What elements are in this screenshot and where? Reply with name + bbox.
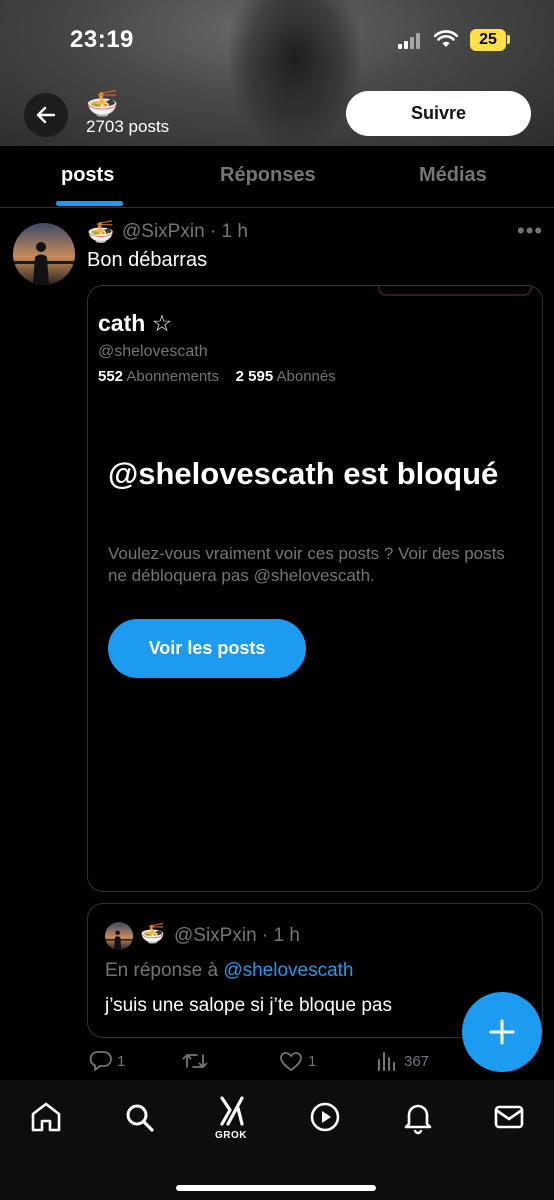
- like-count: 1: [308, 1053, 317, 1070]
- reply-prefix: En réponse à: [105, 960, 219, 981]
- views-icon[interactable]: [376, 1050, 398, 1072]
- embedded-profile-stats: 552 Abonnements 2 595 Abonnés: [98, 368, 336, 385]
- profile-header: 23:19 25 🍜 2703 posts Suivre: [0, 0, 554, 146]
- back-button[interactable]: [24, 93, 68, 137]
- following-label: Abonnements: [126, 368, 219, 385]
- reply-context: En réponse à @shelovescath: [105, 960, 354, 982]
- compose-button[interactable]: [462, 992, 542, 1072]
- embedded-profile-handle: @shelovescath: [98, 343, 208, 360]
- grok-icon[interactable]: [214, 1094, 250, 1128]
- author-handle-time[interactable]: @SixPxin · 1 h: [122, 221, 248, 243]
- quoted-avatar: [105, 922, 133, 950]
- post-text: Bon débarras: [87, 249, 208, 271]
- blocked-title: @shelovescath est bloqué: [108, 456, 499, 491]
- like-icon[interactable]: [279, 1051, 303, 1072]
- header-display-name: 🍜: [86, 88, 119, 118]
- reply-to-link[interactable]: @shelovescath: [223, 960, 353, 981]
- follow-button[interactable]: Suivre: [346, 91, 531, 136]
- active-tab-indicator: [56, 201, 123, 206]
- followers-label: Abonnés: [276, 368, 336, 385]
- reply-icon[interactable]: [89, 1050, 113, 1072]
- post-count: 2703 posts: [86, 117, 170, 136]
- plus-icon: [489, 1019, 515, 1045]
- tabs-divider: [0, 207, 554, 208]
- search-icon[interactable]: [121, 1099, 157, 1135]
- wifi-icon: [434, 30, 458, 47]
- home-indicator: [176, 1185, 376, 1191]
- tab-media[interactable]: Médias: [419, 164, 487, 187]
- embedded-profile-name: cath ☆: [98, 310, 173, 336]
- reply-count: 1: [117, 1053, 126, 1070]
- battery-indicator: 25: [470, 29, 506, 51]
- view-posts-button: Voir les posts: [108, 619, 306, 678]
- arrow-left-icon: [36, 106, 56, 124]
- author-display-name: 🍜: [87, 219, 115, 244]
- grok-label: GROK: [215, 1130, 247, 1141]
- tab-replies[interactable]: Réponses: [220, 164, 316, 187]
- battery-cap: [507, 35, 510, 44]
- video-play-icon[interactable]: [307, 1099, 343, 1135]
- signal-icon: [398, 33, 424, 49]
- status-time: 23:19: [70, 26, 134, 53]
- blocked-description: Voulez-vous vraiment voir ces posts ? Vo…: [108, 544, 505, 585]
- tab-posts[interactable]: posts: [61, 164, 114, 187]
- quoted-handle-time: @SixPxin · 1 h: [174, 925, 300, 946]
- quoted-text: j’suis une salope si j’te bloque pas: [105, 995, 392, 1016]
- image-cropped-edge: [378, 286, 532, 296]
- post-image[interactable]: cath ☆ @shelovescath 552 Abonnements 2 5…: [87, 285, 543, 892]
- more-options-icon[interactable]: •••: [517, 218, 543, 244]
- messages-envelope-icon[interactable]: [491, 1099, 527, 1135]
- repost-icon[interactable]: [182, 1051, 208, 1071]
- following-count: 552: [98, 368, 124, 385]
- avatar[interactable]: [13, 223, 75, 285]
- avatar-image: [13, 223, 75, 285]
- notifications-bell-icon[interactable]: [400, 1099, 436, 1135]
- quoted-display-name: 🍜: [140, 923, 165, 945]
- header-banner-image: [230, 0, 360, 146]
- followers-count: 2 595: [235, 368, 274, 385]
- home-icon[interactable]: [28, 1099, 64, 1135]
- bottom-navigation: [0, 1080, 554, 1200]
- view-count: 367: [404, 1053, 430, 1070]
